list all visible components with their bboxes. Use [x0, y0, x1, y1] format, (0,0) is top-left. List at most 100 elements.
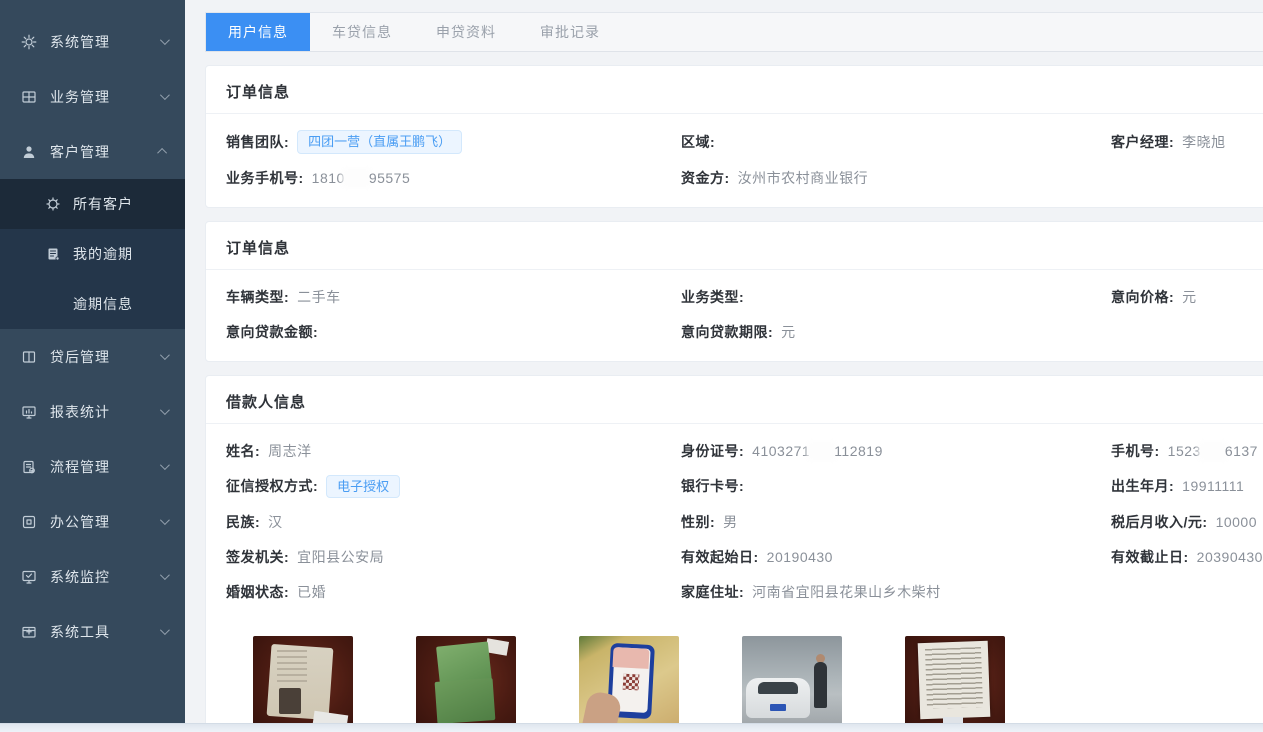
- gear-icon: [20, 33, 37, 50]
- field-label: 性别:: [681, 512, 715, 532]
- user-icon: [20, 143, 37, 160]
- car-with-person-photo[interactable]: [742, 636, 842, 732]
- workflow-icon: [20, 458, 37, 475]
- field-label: 身份证号:: [681, 441, 744, 461]
- field-value: 宜阳县公安局: [297, 547, 384, 567]
- tab-approval-records[interactable]: 审批记录: [518, 13, 622, 51]
- wheel-icon: [44, 196, 61, 213]
- green-booklet-photo[interactable]: [416, 636, 516, 732]
- field-label: 业务类型:: [681, 287, 744, 307]
- sidebar-item-postloan-management[interactable]: 贷后管理: [0, 329, 185, 384]
- sidebar-item-label: 流程管理: [50, 457, 160, 477]
- field-value: 周志洋: [268, 441, 312, 461]
- chevron-down-icon: [160, 90, 170, 100]
- chevron-down-icon: [160, 35, 170, 45]
- photo-detail: [814, 662, 827, 708]
- id-suffix: 112819: [834, 443, 883, 459]
- sidebar-item-customer-management[interactable]: 客户管理: [0, 124, 185, 179]
- sidebar-item-label: 逾期信息: [73, 294, 133, 314]
- horizontal-scrollbar[interactable]: [0, 723, 1263, 732]
- sales-team-tag[interactable]: 四团一营（直属王鹏飞）: [297, 130, 462, 154]
- office-icon: [20, 513, 37, 530]
- sidebar-item-label: 所有客户: [73, 194, 133, 214]
- sidebar-item-system-monitor[interactable]: 系统监控: [0, 549, 185, 604]
- redaction-blur: [810, 444, 834, 458]
- sidebar-item-report-statistics[interactable]: 报表统计: [0, 384, 185, 439]
- sidebar-item-label: 系统工具: [50, 622, 160, 642]
- field-value: 河南省宜阳县花果山乡木柴村: [752, 582, 941, 602]
- field-value: 20390430: [1197, 549, 1263, 565]
- chevron-down-icon: [160, 570, 170, 580]
- redaction-blur: [1201, 444, 1225, 458]
- sidebar-item-business-management[interactable]: 业务管理: [0, 69, 185, 124]
- sidebar-item-system-management[interactable]: 系统管理: [0, 14, 185, 69]
- photo-detail: [277, 650, 307, 684]
- field-label: 区域:: [681, 132, 715, 152]
- field-label: 有效截止日:: [1111, 547, 1189, 567]
- id-card-photo[interactable]: [253, 636, 353, 732]
- tab-loan-application-docs[interactable]: 申贷资料: [414, 13, 518, 51]
- field-value: 汉: [268, 512, 283, 532]
- phone-prefix: 1523: [1168, 443, 1201, 459]
- field-label: 出生年月:: [1111, 476, 1174, 496]
- sidebar-item-label: 我的逾期: [73, 244, 133, 264]
- field-label: 业务手机号:: [226, 168, 304, 188]
- main-content: 用户信息 车贷信息 申贷资料 审批记录 订单信息 销售团队: 四团一营（直属王鹏…: [185, 0, 1263, 732]
- sidebar-item-all-customers[interactable]: 所有客户: [0, 179, 185, 229]
- open-book-icon: [20, 348, 37, 365]
- chevron-down-icon: [160, 405, 170, 415]
- field-label: 征信授权方式:: [226, 476, 318, 496]
- sidebar-item-label: 办公管理: [50, 512, 160, 532]
- photo-detail: [623, 674, 640, 691]
- borrower-info-card: 借款人信息 姓名: 周志洋 身份证号: 4103271112819 手机号: 1…: [205, 375, 1263, 732]
- report-monitor-icon: [20, 403, 37, 420]
- field-value: 李晓旭: [1182, 132, 1226, 152]
- field-label: 婚姻状态:: [226, 582, 289, 602]
- field-label: 资金方:: [681, 168, 730, 188]
- sidebar-item-label: 报表统计: [50, 402, 160, 422]
- field-label: 姓名:: [226, 441, 260, 461]
- field-value: 1523 6137: [1168, 443, 1258, 459]
- redaction-blur: [345, 171, 369, 185]
- field-label: 客户经理:: [1111, 132, 1174, 152]
- card-title: 订单信息: [206, 66, 1263, 114]
- phone-suffix: 6137: [1225, 443, 1258, 459]
- field-value: 已婚: [297, 582, 326, 602]
- field-value: 元: [781, 322, 796, 342]
- sidebar-item-my-overdue[interactable]: 我的逾期: [0, 229, 185, 279]
- phone-suffix: 95575: [369, 170, 410, 186]
- field-label: 意向价格:: [1111, 287, 1174, 307]
- phone-qr-photo[interactable]: [579, 636, 679, 732]
- tab-bar: 用户信息 车贷信息 申贷资料 审批记录: [205, 12, 1263, 52]
- sidebar-item-overdue-info[interactable]: 逾期信息: [0, 279, 185, 329]
- photo-detail: [770, 704, 786, 711]
- sidebar: 系统管理 业务管理 客户管理 所有客户: [0, 0, 185, 732]
- field-label: 签发机关:: [226, 547, 289, 567]
- sidebar-item-label: 系统管理: [50, 32, 160, 52]
- field-value: 20190430: [767, 549, 833, 565]
- field-label: 银行卡号:: [681, 476, 744, 496]
- field-value: 元: [1182, 287, 1197, 307]
- field-value: 19911111: [1182, 478, 1244, 494]
- sidebar-item-system-tools[interactable]: 系统工具: [0, 604, 185, 659]
- sidebar-item-label: 客户管理: [50, 142, 160, 162]
- chevron-down-icon: [160, 460, 170, 470]
- field-value: 二手车: [297, 287, 341, 307]
- tab-car-loan-info[interactable]: 车贷信息: [310, 13, 414, 51]
- sidebar-item-office-management[interactable]: 办公管理: [0, 494, 185, 549]
- field-label: 手机号:: [1111, 441, 1160, 461]
- chevron-down-icon: [160, 625, 170, 635]
- field-value: 4103271 112819: [752, 443, 883, 459]
- photo-detail: [435, 678, 496, 724]
- handwritten-document-photo[interactable]: [905, 636, 1005, 732]
- photo-detail: [613, 647, 650, 669]
- field-label: 家庭住址:: [681, 582, 744, 602]
- sidebar-item-process-management[interactable]: 流程管理: [0, 439, 185, 494]
- field-value: 10000: [1216, 514, 1257, 530]
- photo-detail: [279, 688, 301, 714]
- id-prefix: 4103271: [752, 443, 810, 459]
- credit-auth-tag[interactable]: 电子授权: [326, 475, 400, 499]
- order-info-card-1: 订单信息 销售团队: 四团一营（直属王鹏飞） 区域: 客户经理: 李晓旭: [205, 65, 1263, 208]
- tab-user-info[interactable]: 用户信息: [206, 13, 310, 51]
- card-title: 订单信息: [206, 222, 1263, 270]
